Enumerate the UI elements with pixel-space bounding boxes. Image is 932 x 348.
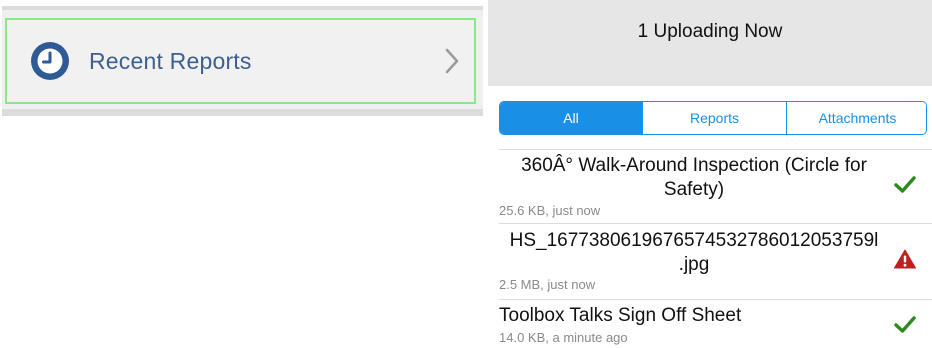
recent-reports-panel: Recent Reports (2, 6, 483, 116)
warning-icon (894, 249, 916, 269)
upload-title-line1: HS_1677380619676574532786012053759l (509, 230, 879, 251)
upload-title-line1: 360Â° Walk-Around Inspection (Circle for (521, 155, 867, 176)
check-icon (894, 176, 916, 193)
upload-meta: 25.6 KB, just now (499, 203, 601, 218)
uploads-panel: 1 Uploading Now All Reports Attachments … (488, 0, 932, 348)
upload-row[interactable]: Toolbox Talks Sign Off Sheet 14.0 KB, a … (488, 300, 932, 348)
upload-status-title: 1 Uploading Now (637, 21, 783, 42)
upload-row[interactable]: HS_1677380619676574532786012053759l .jpg… (488, 224, 932, 298)
clock-icon (31, 42, 69, 80)
upload-status-header: 1 Uploading Now (488, 0, 932, 86)
tab-reports[interactable]: Reports (642, 102, 786, 134)
chevron-right-icon (445, 48, 459, 74)
recent-reports-label: Recent Reports (89, 47, 252, 74)
upload-title-line2: Safety) (663, 179, 725, 200)
tab-all[interactable]: All (500, 102, 642, 134)
upload-title: Toolbox Talks Sign Off Sheet (499, 305, 742, 326)
check-icon (894, 316, 916, 333)
tab-attachments[interactable]: Attachments (786, 102, 926, 134)
upload-title-line2: .jpg (678, 254, 710, 275)
filter-tabs: All Reports Attachments (499, 101, 927, 135)
recent-reports-item[interactable]: Recent Reports (5, 18, 476, 104)
upload-meta: 14.0 KB, a minute ago (499, 330, 628, 345)
upload-row[interactable]: 360Â° Walk-Around Inspection (Circle for… (488, 150, 932, 222)
upload-meta: 2.5 MB, just now (499, 277, 596, 292)
